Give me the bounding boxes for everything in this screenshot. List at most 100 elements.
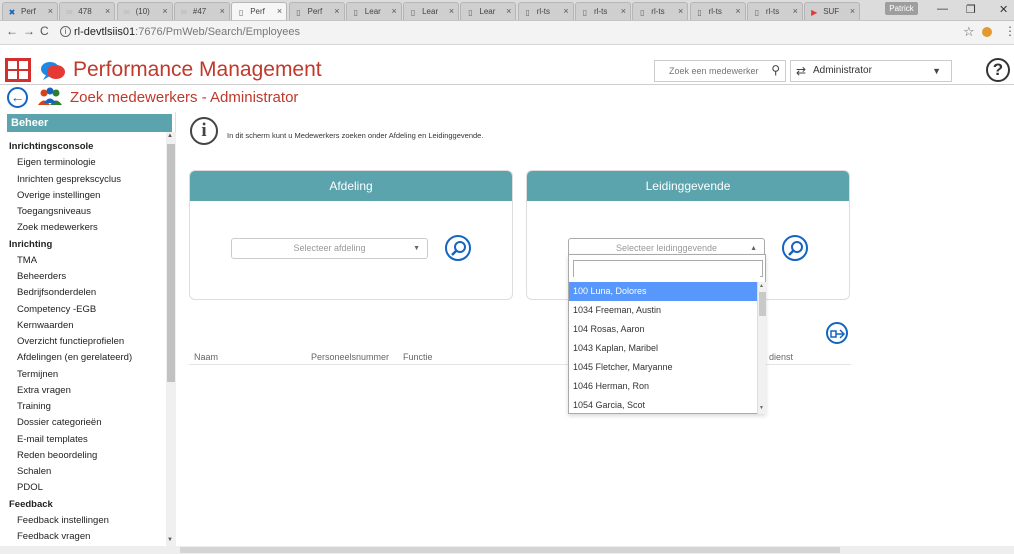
sidebar-item[interactable]: TMA	[7, 253, 167, 269]
scroll-down-icon[interactable]: ▼	[759, 405, 764, 411]
scroll-down-icon[interactable]: ▼	[167, 537, 173, 543]
dropdown-option[interactable]: 100 Luna, Dolores	[569, 282, 757, 301]
sidebar-scroll-thumb[interactable]	[167, 144, 175, 382]
sidebar-item[interactable]: Bedrijfsonderdelen	[7, 285, 167, 301]
close-tab-icon[interactable]: ×	[105, 6, 110, 16]
browser-tab[interactable]: ✉ (10) ×	[116, 2, 173, 20]
browser-tab[interactable]: ✖ Perf ×	[2, 2, 58, 20]
app-grid-logo-icon[interactable]	[5, 58, 31, 82]
employee-search-input[interactable]	[655, 61, 765, 81]
sidebar-item[interactable]: Training	[7, 399, 167, 415]
close-tab-icon[interactable]: ×	[277, 6, 282, 16]
sidebar-item[interactable]: Extra vragen	[7, 383, 167, 399]
afdeling-search-button[interactable]	[445, 235, 471, 261]
browser-tab[interactable]: ✉ 478 ×	[59, 2, 116, 20]
search-icon[interactable]: ⚲	[771, 63, 780, 77]
column-header-dienst[interactable]: dienst	[769, 352, 793, 362]
dropdown-scroll-thumb[interactable]	[759, 292, 766, 316]
url-field[interactable]: rl-devtlsiis01:7676/PmWeb/Search/Employe…	[74, 26, 300, 38]
close-tab-icon[interactable]: ×	[220, 6, 225, 16]
sidebar-item[interactable]: E-mail templates	[7, 432, 167, 448]
close-tab-icon[interactable]: ×	[563, 6, 568, 16]
leidinggevende-dropdown: 100 Luna, Dolores 1034 Freeman, Austin 104…	[568, 254, 766, 414]
back-arrow-icon[interactable]: ←	[6, 24, 18, 38]
site-info-icon[interactable]: i	[60, 26, 71, 37]
close-window-icon[interactable]: ✕	[999, 3, 1008, 16]
column-header-naam[interactable]: Naam	[194, 352, 218, 362]
dropdown-search-box	[573, 260, 763, 277]
browser-tab[interactable]: ▯ rl-ts ×	[517, 2, 574, 20]
browser-tab[interactable]: ▯ rl-ts ×	[746, 2, 803, 20]
close-tab-icon[interactable]: ×	[793, 6, 798, 16]
close-tab-icon[interactable]: ×	[392, 6, 397, 16]
help-icon[interactable]: ?	[986, 58, 1010, 82]
sidebar-scrollbar[interactable]: ▲ ▼	[166, 132, 176, 550]
next-arrow-button[interactable]	[826, 322, 848, 344]
browser-tab[interactable]: ▯ Lear ×	[345, 2, 402, 20]
browser-tab[interactable]: ▶ SUF ×	[804, 2, 861, 20]
dropdown-option[interactable]: 1045 Fletcher, Maryanne	[569, 358, 757, 377]
page-horizontal-scrollbar[interactable]	[0, 546, 1014, 554]
browser-user-chip[interactable]: Patrick	[885, 2, 918, 15]
browser-tab[interactable]: ▯ Lear ×	[460, 2, 517, 20]
browser-tab[interactable]: ▯ rl-ts ×	[632, 2, 689, 20]
bookmark-star-icon[interactable]: ☆	[963, 24, 975, 40]
url-path: :7676/PmWeb/Search/Employees	[135, 26, 301, 38]
sidebar-item[interactable]: Competency -EGB	[7, 302, 167, 318]
scroll-up-icon[interactable]: ▲	[759, 283, 764, 289]
sidebar-item[interactable]: Toegangsniveaus	[7, 204, 167, 220]
sidebar-item[interactable]: Feedback instellingen	[7, 513, 167, 529]
sidebar-item[interactable]: Dossier categorieën	[7, 415, 167, 431]
sidebar-item[interactable]: Inrichten gesprekscyclus	[7, 172, 167, 188]
role-select[interactable]: ⇄ Administrator ▼	[790, 60, 952, 82]
horizontal-scroll-thumb[interactable]	[180, 547, 840, 553]
close-tab-icon[interactable]: ×	[449, 6, 454, 16]
sidebar-item[interactable]: PDOL	[7, 480, 167, 496]
column-header-functie[interactable]: Functie	[403, 352, 433, 362]
forward-arrow-icon[interactable]: →	[23, 24, 35, 38]
scroll-up-icon[interactable]: ▲	[167, 133, 173, 139]
sidebar-item[interactable]: Feedback vragen	[7, 529, 167, 545]
browser-tab[interactable]: ▯ rl-ts ×	[575, 2, 631, 20]
close-tab-icon[interactable]: ×	[850, 6, 855, 16]
sidebar-item[interactable]: Afdelingen (en gerelateerd)	[7, 350, 167, 366]
browser-tab[interactable]: ▯ Lear ×	[403, 2, 460, 20]
sidebar-item[interactable]: Eigen terminologie	[7, 155, 167, 171]
sidebar-item[interactable]: Kernwaarden	[7, 318, 167, 334]
browser-tab-label: rl-ts	[765, 7, 780, 16]
dropdown-option[interactable]: 1034 Freeman, Austin	[569, 301, 757, 320]
browser-tab[interactable]: ▯ Perf ×	[231, 2, 288, 20]
sidebar-item[interactable]: Overige instellingen	[7, 188, 167, 204]
browser-tab[interactable]: ✉ #47 ×	[173, 2, 230, 20]
back-icon[interactable]: ←	[7, 87, 28, 108]
reload-icon[interactable]: C	[40, 24, 49, 38]
sidebar-item[interactable]: Schalen	[7, 464, 167, 480]
sidebar-item[interactable]: Zoek medewerkers	[7, 220, 167, 236]
extension-icon[interactable]	[982, 27, 992, 37]
sidebar-item[interactable]: Reden beoordeling	[7, 448, 167, 464]
sidebar-item[interactable]: Overzicht functieprofielen	[7, 334, 167, 350]
dropdown-option[interactable]: 1043 Kaplan, Maribel	[569, 339, 757, 358]
dropdown-option[interactable]: 1054 Garcia, Scot	[569, 396, 757, 414]
close-tab-icon[interactable]: ×	[678, 6, 683, 16]
restore-icon[interactable]: ❐	[966, 3, 976, 16]
dropdown-option[interactable]: 1046 Herman, Ron	[569, 377, 757, 396]
dropdown-scrollbar[interactable]: ▲ ▼	[757, 282, 766, 414]
close-tab-icon[interactable]: ×	[621, 6, 626, 16]
sidebar-item[interactable]: Termijnen	[7, 367, 167, 383]
close-tab-icon[interactable]: ×	[48, 6, 53, 16]
close-tab-icon[interactable]: ×	[735, 6, 740, 16]
close-tab-icon[interactable]: ×	[334, 6, 339, 16]
afdeling-select[interactable]: Selecteer afdeling ▼	[231, 238, 428, 259]
browser-tab[interactable]: ▯ Perf ×	[288, 2, 345, 20]
browser-menu-icon[interactable]: ⋮	[1004, 24, 1014, 38]
close-tab-icon[interactable]: ×	[162, 6, 167, 16]
sidebar-item[interactable]: Beheerders	[7, 269, 167, 285]
dropdown-search-input[interactable]	[574, 261, 760, 277]
browser-tab[interactable]: ▯ rl-ts ×	[689, 2, 746, 20]
column-header-personeelsnummer[interactable]: Personeelsnummer	[311, 352, 389, 362]
dropdown-option[interactable]: 104 Rosas, Aaron	[569, 320, 757, 339]
minimize-icon[interactable]: —	[937, 3, 948, 15]
leidinggevende-search-button[interactable]	[782, 235, 808, 261]
close-tab-icon[interactable]: ×	[506, 6, 511, 16]
